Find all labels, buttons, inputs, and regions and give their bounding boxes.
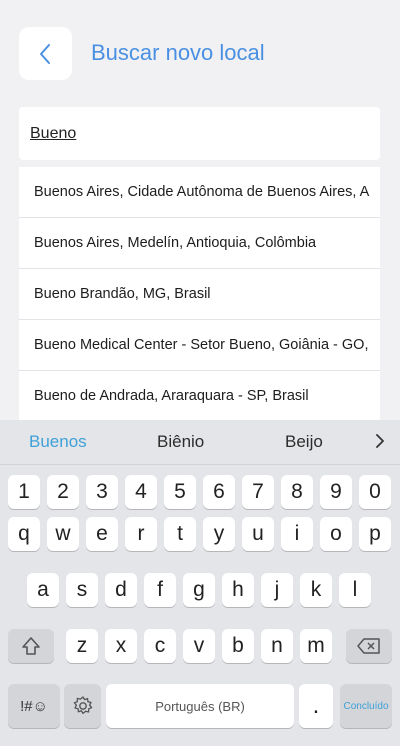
key-h[interactable]: h <box>222 573 254 607</box>
key-s[interactable]: s <box>66 573 98 607</box>
result-item[interactable]: Bueno Brandão, MG, Brasil <box>19 269 380 320</box>
suggestion-word[interactable]: Beijo <box>285 432 323 452</box>
key-l[interactable]: l <box>339 573 371 607</box>
space-key[interactable]: Português (BR) <box>106 684 294 728</box>
keyboard: Buenos Biênio Beijo 1 2 3 4 5 6 7 8 9 0 … <box>0 420 400 746</box>
chevron-right-icon[interactable] <box>374 432 386 450</box>
key-2[interactable]: 2 <box>47 475 79 509</box>
key-p[interactable]: p <box>359 517 391 551</box>
key-0[interactable]: 0 <box>359 475 391 509</box>
shift-key[interactable] <box>8 629 54 663</box>
app-screen: Buscar novo local Buenos Aires, Cidade A… <box>0 0 400 420</box>
key-y[interactable]: y <box>203 517 235 551</box>
search-input[interactable] <box>30 121 360 147</box>
key-6[interactable]: 6 <box>203 475 235 509</box>
key-1[interactable]: 1 <box>8 475 40 509</box>
key-7[interactable]: 7 <box>242 475 274 509</box>
search-box[interactable] <box>19 107 380 160</box>
gear-icon <box>73 696 92 715</box>
key-b[interactable]: b <box>222 629 254 663</box>
key-z[interactable]: z <box>66 629 98 663</box>
key-5[interactable]: 5 <box>164 475 196 509</box>
key-e[interactable]: e <box>86 517 118 551</box>
key-8[interactable]: 8 <box>281 475 313 509</box>
key-3[interactable]: 3 <box>86 475 118 509</box>
backspace-icon <box>357 638 380 654</box>
chevron-left-icon <box>39 43 50 64</box>
key-t[interactable]: t <box>164 517 196 551</box>
key-f[interactable]: f <box>144 573 176 607</box>
key-i[interactable]: i <box>281 517 313 551</box>
symbols-key[interactable]: !#☺ <box>8 684 60 728</box>
key-u[interactable]: u <box>242 517 274 551</box>
key-a[interactable]: a <box>27 573 59 607</box>
page-title: Buscar novo local <box>91 40 265 65</box>
key-4[interactable]: 4 <box>125 475 157 509</box>
key-g[interactable]: g <box>183 573 215 607</box>
key-r[interactable]: r <box>125 517 157 551</box>
key-o[interactable]: o <box>320 517 352 551</box>
suggestion-word[interactable]: Buenos <box>29 432 87 452</box>
result-item[interactable]: Bueno de Andrada, Araraquara - SP, Brasi… <box>19 371 380 420</box>
done-key[interactable]: Concluído <box>340 684 392 728</box>
key-9[interactable]: 9 <box>320 475 352 509</box>
suggestion-word[interactable]: Biênio <box>157 432 204 452</box>
back-button[interactable] <box>19 27 72 80</box>
suggestion-bar: Buenos Biênio Beijo <box>0 420 400 465</box>
key-k[interactable]: k <box>300 573 332 607</box>
result-item[interactable]: Buenos Aires, Medelín, Antioquia, Colômb… <box>19 218 380 269</box>
result-item[interactable]: Buenos Aires, Cidade Autônoma de Buenos … <box>19 167 380 218</box>
results-list: Buenos Aires, Cidade Autônoma de Buenos … <box>19 167 380 420</box>
key-q[interactable]: q <box>8 517 40 551</box>
backspace-key[interactable] <box>346 629 392 663</box>
period-key[interactable]: . <box>299 684 333 728</box>
key-x[interactable]: x <box>105 629 137 663</box>
shift-icon <box>22 637 40 655</box>
result-item[interactable]: Bueno Medical Center - Setor Bueno, Goiâ… <box>19 320 380 371</box>
key-d[interactable]: d <box>105 573 137 607</box>
key-v[interactable]: v <box>183 629 215 663</box>
key-j[interactable]: j <box>261 573 293 607</box>
key-c[interactable]: c <box>144 629 176 663</box>
settings-key[interactable] <box>64 684 101 728</box>
key-m[interactable]: m <box>300 629 332 663</box>
key-w[interactable]: w <box>47 517 79 551</box>
key-n[interactable]: n <box>261 629 293 663</box>
